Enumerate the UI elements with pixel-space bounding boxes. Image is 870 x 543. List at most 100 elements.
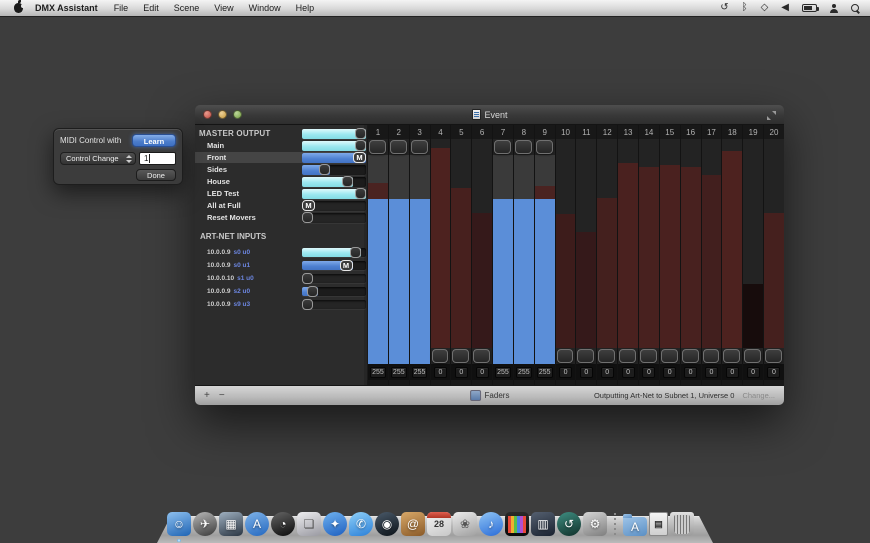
fader-slider[interactable]	[302, 248, 366, 257]
slider-knob[interactable]	[355, 140, 366, 151]
dock-ical-icon[interactable]: 28	[427, 512, 451, 536]
channel-fader[interactable]	[451, 139, 471, 364]
channel-fader[interactable]	[514, 139, 534, 364]
display-shape-icon[interactable]: ◇	[761, 3, 769, 13]
apple-menu-icon[interactable]	[14, 3, 23, 13]
channel-fader[interactable]	[681, 139, 701, 364]
dock-address-book-icon[interactable]: @	[401, 512, 425, 536]
slider-knob[interactable]	[302, 299, 313, 310]
change-output-link[interactable]: Change...	[742, 391, 775, 400]
dock-finder-icon[interactable]: ☺	[167, 512, 191, 536]
channel-fader[interactable]	[597, 139, 617, 364]
channel-fader[interactable]	[764, 139, 784, 364]
dock-preview-icon[interactable]: ❏	[297, 512, 321, 536]
dock-dashboard-icon[interactable]: ◔	[271, 512, 295, 536]
flash-button[interactable]	[640, 349, 657, 363]
dock-dmx-assistant-icon[interactable]	[505, 512, 529, 536]
flash-button[interactable]	[411, 140, 428, 154]
slider-knob[interactable]	[342, 176, 353, 187]
channel-fader[interactable]	[743, 139, 763, 364]
channel-fader[interactable]	[556, 139, 576, 364]
flash-button[interactable]	[703, 349, 720, 363]
fader-slider[interactable]	[302, 213, 366, 223]
fader-slider[interactable]	[302, 141, 366, 151]
window-titlebar[interactable]: Event	[195, 105, 784, 125]
slider-knob[interactable]	[319, 164, 330, 175]
channel-fader[interactable]	[660, 139, 680, 364]
faders-mode-label[interactable]: Faders	[485, 391, 510, 400]
slider-knob[interactable]	[302, 212, 313, 223]
spotlight-icon[interactable]	[851, 4, 860, 13]
time-machine-icon[interactable]: ↺	[720, 3, 728, 13]
slider-knob[interactable]	[350, 247, 361, 258]
dock-trash-icon[interactable]	[670, 512, 694, 536]
channel-fader[interactable]	[389, 139, 409, 364]
fader-slider[interactable]: M	[302, 261, 366, 270]
fader-slider[interactable]	[302, 189, 366, 199]
slider-knob[interactable]	[355, 128, 366, 139]
slider-knob[interactable]	[307, 286, 318, 297]
slider-knob[interactable]	[302, 273, 313, 284]
flash-button[interactable]	[577, 349, 594, 363]
midi-type-dropdown[interactable]: Control Change	[60, 152, 136, 165]
battery-icon[interactable]	[802, 4, 817, 12]
fader-slider[interactable]	[302, 177, 366, 187]
channel-fader[interactable]	[576, 139, 596, 364]
slider-knob[interactable]	[355, 188, 366, 199]
remove-fader-button[interactable]: −	[219, 387, 225, 405]
flash-button[interactable]	[557, 349, 574, 363]
menu-scene[interactable]: Scene	[174, 3, 200, 13]
learn-button[interactable]: Learn	[132, 134, 176, 147]
fader-slider[interactable]	[302, 287, 366, 296]
flash-button[interactable]	[682, 349, 699, 363]
user-switch-icon[interactable]	[830, 4, 838, 13]
flash-button[interactable]	[515, 140, 532, 154]
flash-button[interactable]	[619, 349, 636, 363]
dock-dmx-controller-icon[interactable]: ▥	[531, 512, 555, 536]
flash-button[interactable]	[598, 349, 615, 363]
dock-safari-icon[interactable]: ✦	[323, 512, 347, 536]
channel-fader[interactable]	[535, 139, 555, 364]
menu-file[interactable]: File	[114, 3, 129, 13]
fader-slider[interactable]	[302, 274, 366, 283]
channel-fader[interactable]	[639, 139, 659, 364]
dock-document-icon[interactable]: ▤	[649, 512, 668, 536]
channel-fader[interactable]	[618, 139, 638, 364]
flash-button[interactable]	[744, 349, 761, 363]
menu-edit[interactable]: Edit	[143, 3, 159, 13]
volume-icon[interactable]: ◀	[781, 3, 789, 13]
minimize-button[interactable]	[218, 110, 227, 119]
add-fader-button[interactable]: +	[204, 387, 210, 405]
dock-mission-control-icon[interactable]: ▦	[219, 512, 243, 536]
flash-button[interactable]	[536, 140, 553, 154]
flash-button[interactable]	[723, 349, 740, 363]
flash-button[interactable]	[661, 349, 678, 363]
dock-system-preferences-icon[interactable]: ⚙	[583, 512, 607, 536]
dock-facetime-camera-icon[interactable]: ◉	[375, 512, 399, 536]
flash-button[interactable]	[369, 140, 386, 154]
bluetooth-icon[interactable]: ᛒ	[742, 3, 748, 13]
midi-number-field[interactable]: 1	[139, 152, 176, 165]
flash-button[interactable]	[473, 349, 490, 363]
dock-applications-folder-icon[interactable]: A	[623, 517, 647, 536]
channel-fader[interactable]	[472, 139, 492, 364]
fader-slider[interactable]: M	[302, 153, 366, 163]
dock-time-machine-icon[interactable]: ↺	[557, 512, 581, 536]
done-button[interactable]: Done	[136, 169, 176, 181]
close-button[interactable]	[203, 110, 212, 119]
dock-app-store-icon[interactable]: A	[245, 512, 269, 536]
menu-help[interactable]: Help	[296, 3, 315, 13]
dock-itunes-icon[interactable]: ♪	[479, 512, 503, 536]
channel-fader[interactable]	[410, 139, 430, 364]
menu-window[interactable]: Window	[249, 3, 281, 13]
channel-fader[interactable]	[722, 139, 742, 364]
channel-fader[interactable]	[702, 139, 722, 364]
flash-button[interactable]	[765, 349, 782, 363]
dock-messages-icon[interactable]: ✆	[349, 512, 373, 536]
dock-launchpad-icon[interactable]: ✈	[193, 512, 217, 536]
fullscreen-icon[interactable]	[767, 111, 776, 120]
flash-button[interactable]	[494, 140, 511, 154]
menu-view[interactable]: View	[214, 3, 233, 13]
menu-app-name[interactable]: DMX Assistant	[35, 3, 98, 13]
flash-button[interactable]	[452, 349, 469, 363]
